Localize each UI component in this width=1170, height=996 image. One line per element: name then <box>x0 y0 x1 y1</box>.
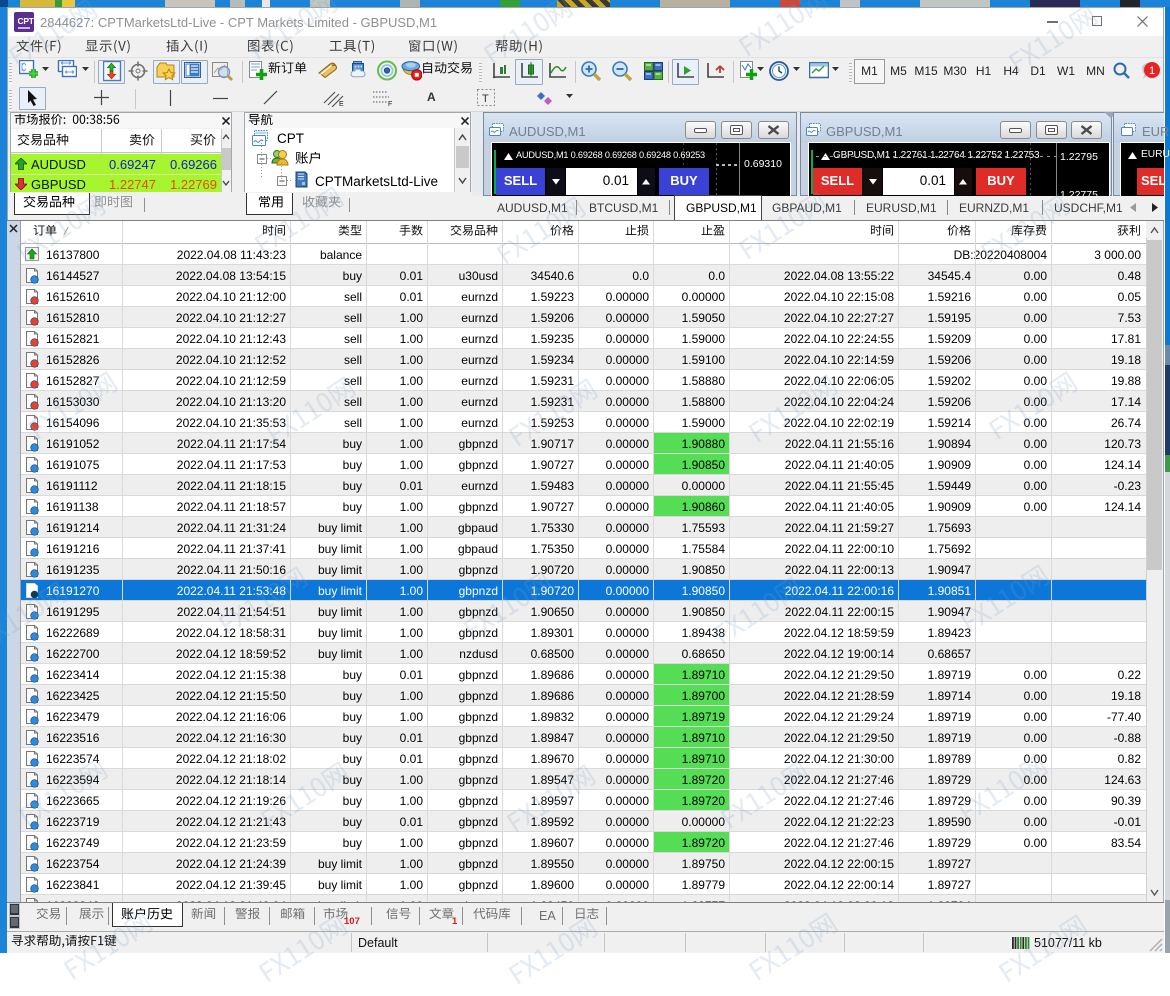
svg-text:T: T <box>482 93 489 105</box>
svg-text:E: E <box>339 101 344 107</box>
svg-text:1: 1 <box>1149 65 1155 77</box>
svg-text:F: F <box>388 101 392 107</box>
